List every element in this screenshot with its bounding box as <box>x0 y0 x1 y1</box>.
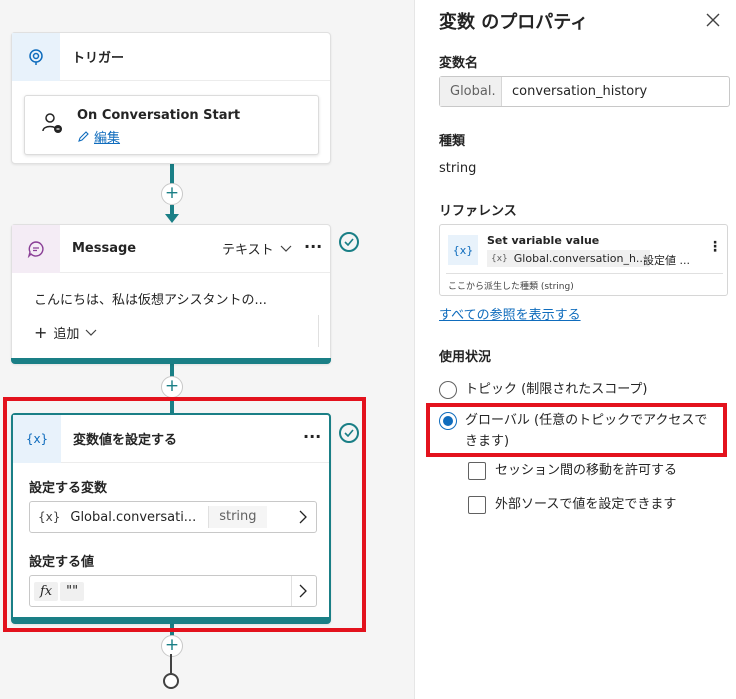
variable-name-field[interactable]: Global. conversation_history <box>439 76 730 107</box>
reference-card[interactable]: {x} Set variable value {x} Global.conver… <box>439 224 728 296</box>
checkbox-session-label: セッション間の移動を許可する <box>495 463 678 478</box>
radio-topic-label: トピック (制限されたスコープ) <box>465 382 648 397</box>
trigger-card[interactable]: On Conversation Start 編集 <box>24 95 319 155</box>
panel-title: 変数 のプロパティ <box>439 12 589 33</box>
checkbox-allow-session-transfer[interactable] <box>468 462 486 480</box>
add-message-button[interactable]: + 追加 <box>34 323 97 342</box>
trigger-title: トリガー <box>72 51 125 66</box>
add-node-button[interactable]: + <box>161 635 183 657</box>
type-value: string <box>439 161 477 176</box>
more-options-icon[interactable]: ⋮ <box>708 239 722 255</box>
reference-footer: ここから派生した種類 (string) <box>448 282 574 292</box>
reference-label: リファレンス <box>439 204 517 219</box>
reference-action: 設定値 ... <box>643 254 690 267</box>
authoring-canvas: + + + トリガー On Conversation Start 編集 Mess… <box>0 0 414 699</box>
name-value[interactable]: conversation_history <box>502 77 729 106</box>
add-label: 追加 <box>53 327 80 342</box>
plus-icon: + <box>34 323 48 342</box>
trigger-card-title: On Conversation Start <box>77 108 241 123</box>
add-node-button[interactable]: + <box>161 376 183 398</box>
trigger-node[interactable]: トリガー On Conversation Start 編集 <box>11 32 331 164</box>
radio-topic-scope[interactable] <box>439 381 457 399</box>
arrow-down-icon <box>165 214 179 223</box>
connector-line <box>170 654 172 674</box>
variable-icon: {x} <box>448 235 478 265</box>
properties-panel: 変数 のプロパティ 変数名 Global. conversation_histo… <box>414 0 736 699</box>
highlight-box <box>3 397 366 632</box>
divider <box>446 273 723 274</box>
checkbox-external-label: 外部ソースで値を設定できます <box>495 497 677 512</box>
close-icon[interactable] <box>705 12 721 28</box>
message-type-dropdown[interactable]: テキスト <box>222 239 292 258</box>
check-icon <box>339 232 359 252</box>
message-node[interactable]: Message テキスト ··· こんにちは、私は仮想アシスタントの... + … <box>11 224 331 364</box>
end-node <box>163 673 179 689</box>
highlight-box <box>426 403 727 457</box>
reference-variable-name: Global.conversation_h... <box>513 252 647 265</box>
type-label: 種類 <box>439 134 466 149</box>
node-accent-bar <box>11 358 331 364</box>
edit-trigger-link[interactable]: 編集 <box>77 127 120 146</box>
chat-bubble-icon <box>12 224 60 273</box>
variable-icon: {x} <box>491 253 508 264</box>
message-type-label: テキスト <box>222 243 274 258</box>
trigger-icon <box>12 32 60 81</box>
checkbox-external-source[interactable] <box>468 496 486 514</box>
message-text[interactable]: こんにちは、私は仮想アシスタントの... <box>34 289 267 308</box>
reference-title: Set variable value <box>487 234 600 247</box>
chevron-down-icon <box>85 329 97 336</box>
reference-variable-chip: {x} Global.conversation_h... <box>487 250 651 267</box>
person-icon <box>41 112 63 138</box>
divider <box>318 315 319 347</box>
message-title: Message <box>72 241 137 256</box>
variable-name-label: 変数名 <box>439 56 479 71</box>
edit-label: 編集 <box>94 131 121 146</box>
name-prefix: Global. <box>440 77 502 106</box>
add-node-button[interactable]: + <box>161 183 183 205</box>
pencil-icon <box>78 131 89 142</box>
more-options-icon[interactable]: ··· <box>304 237 322 256</box>
show-all-references-link[interactable]: すべての参照を表示する <box>439 304 581 323</box>
chevron-down-icon <box>280 245 292 252</box>
usage-label: 使用状況 <box>439 350 492 365</box>
